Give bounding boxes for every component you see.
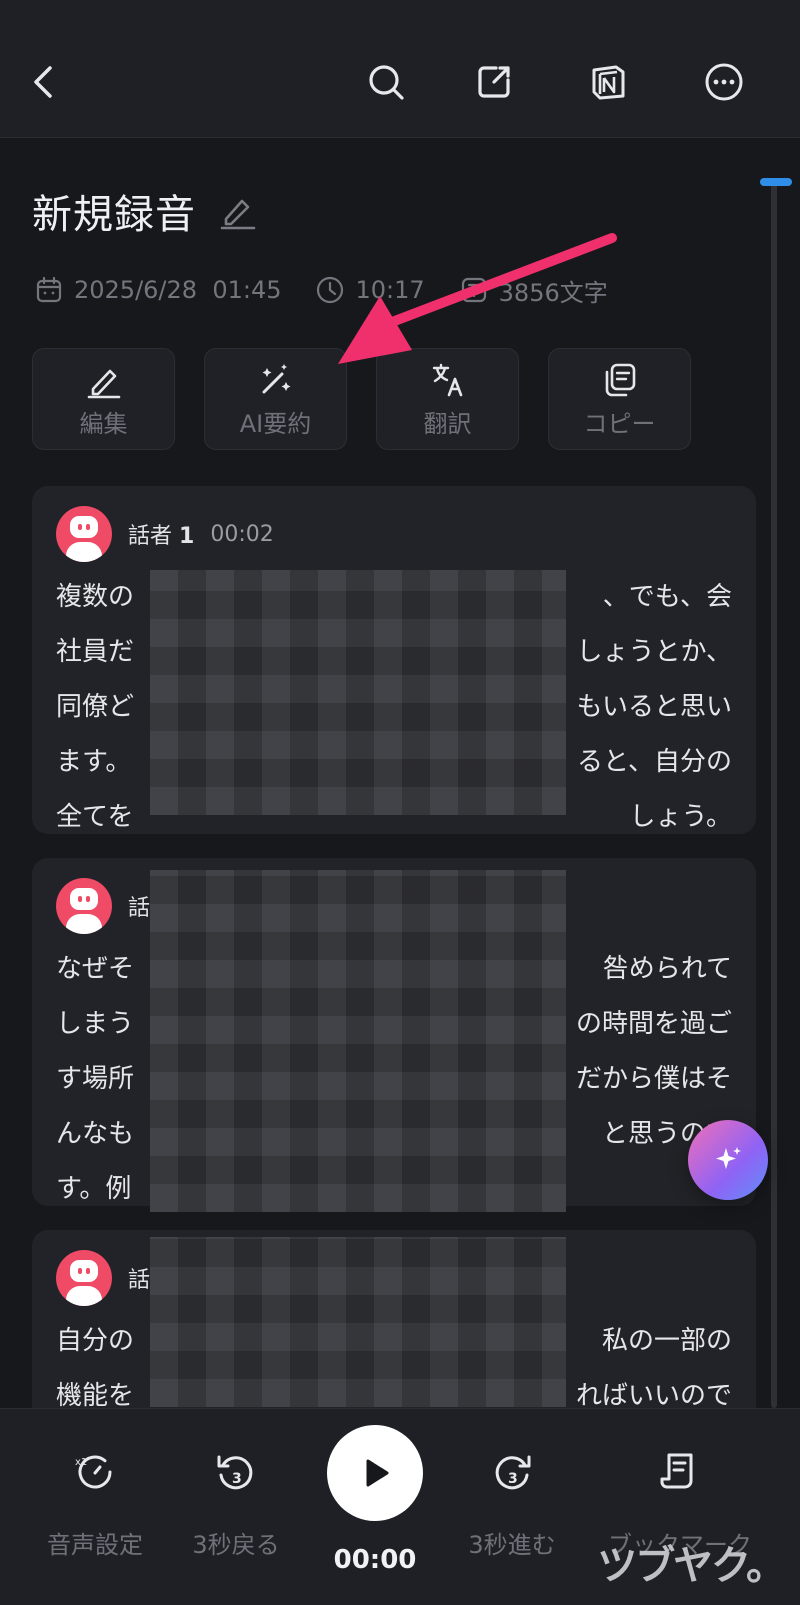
svg-text:3: 3 [232, 1471, 242, 1487]
pixelated-region [150, 570, 566, 815]
speaker-name[interactable]: 話 [128, 1262, 150, 1294]
magic-wand-icon [262, 363, 290, 393]
transcript-text-right: 、でも、会 しょうとか、 もいると思い ると、自分の しょう。 [576, 582, 732, 832]
speaker-name[interactable]: 話 [128, 890, 150, 922]
meta-chars: 3856文字 [459, 273, 608, 308]
rewind-label: 3秒戻る [192, 1531, 280, 1559]
text-count-icon [461, 277, 486, 303]
play-button[interactable] [327, 1425, 423, 1521]
speaker-name[interactable]: 話者 1 [128, 518, 194, 550]
pixelated-region [150, 870, 566, 1212]
play-icon [366, 1459, 389, 1487]
transcript-text: 複数の 社員だ 同僚ど ます。 全てを [56, 582, 135, 832]
ai-summary-label: AI要約 [239, 409, 312, 438]
pixelated-region [150, 1237, 566, 1407]
sparkle-icon [716, 1147, 741, 1169]
pencil-icon [87, 369, 120, 398]
forward-button[interactable]: 3 3秒進む [437, 1437, 587, 1560]
share-icon[interactable] [464, 52, 524, 112]
rewind-button[interactable]: 3 3秒戻る [161, 1437, 311, 1560]
clock-icon [317, 276, 344, 304]
ai-summary-button[interactable]: AI要約 [204, 348, 347, 450]
watermark-logo: ツブヤク。 [597, 1543, 786, 1589]
edit-label: 編集 [79, 409, 128, 438]
speaker-avatar [56, 506, 112, 562]
translate-icon [432, 363, 462, 396]
audio-settings-label: 音声設定 [47, 1531, 143, 1559]
bookmark-note-icon [660, 1453, 693, 1489]
edit-title-icon[interactable] [218, 191, 258, 231]
scrollbar-thumb[interactable] [760, 178, 792, 186]
card-header: 話 [56, 1250, 150, 1306]
meta-date: 2025/6/28 01:45 [34, 275, 281, 305]
notion-icon[interactable] [578, 52, 638, 112]
audio-settings-button[interactable]: x1 音声設定 [20, 1437, 170, 1560]
edit-button[interactable]: 編集 [32, 348, 175, 450]
action-row: 編集 AI要約 翻訳 コピー [32, 348, 720, 450]
ai-assistant-button[interactable] [688, 1120, 768, 1200]
svg-text:3: 3 [508, 1471, 518, 1487]
forward-label: 3秒進む [468, 1531, 556, 1559]
speaker-avatar [56, 878, 112, 934]
svg-text:x1: x1 [75, 1457, 87, 1468]
top-bar [0, 0, 800, 138]
copy-icon [605, 363, 635, 396]
recording-title: 新規録音 [32, 192, 196, 238]
copy-button[interactable]: コピー [548, 348, 691, 450]
playback-bar: x1 音声設定 3 3秒戻る 00:00 3 3秒進む ブックマーク ツブヤク。 [0, 1408, 800, 1605]
calendar-icon [36, 276, 62, 303]
copy-label: コピー [583, 409, 656, 438]
forward-3-icon: 3 [495, 1455, 531, 1490]
duration-text: 10:17 [355, 276, 425, 304]
speed-icon: x1 [75, 1455, 112, 1489]
speaker-avatar [56, 1250, 112, 1306]
chars-text: 3856文字 [498, 278, 608, 307]
date-text: 2025/6/28 01:45 [74, 276, 282, 304]
title-row: 新規録音 [32, 183, 258, 239]
rewind-3-icon: 3 [217, 1455, 253, 1490]
scrollbar-track[interactable] [771, 178, 777, 1408]
more-icon[interactable] [694, 52, 754, 112]
transcript-text: なぜそ しまう す場所 んなも す。例 [56, 954, 135, 1204]
search-icon[interactable] [356, 52, 416, 112]
translate-button[interactable]: 翻訳 [376, 348, 519, 450]
back-icon[interactable] [14, 52, 74, 112]
translate-label: 翻訳 [423, 409, 472, 438]
meta-row: 2025/6/28 01:45 10:17 3856文字 [34, 270, 642, 310]
card-header: 話 [56, 878, 150, 934]
meta-duration: 10:17 [315, 275, 425, 305]
card-header: 話者 1 00:02 [56, 506, 274, 562]
segment-time[interactable]: 00:02 [210, 522, 273, 547]
playback-time: 00:00 [333, 1545, 417, 1575]
